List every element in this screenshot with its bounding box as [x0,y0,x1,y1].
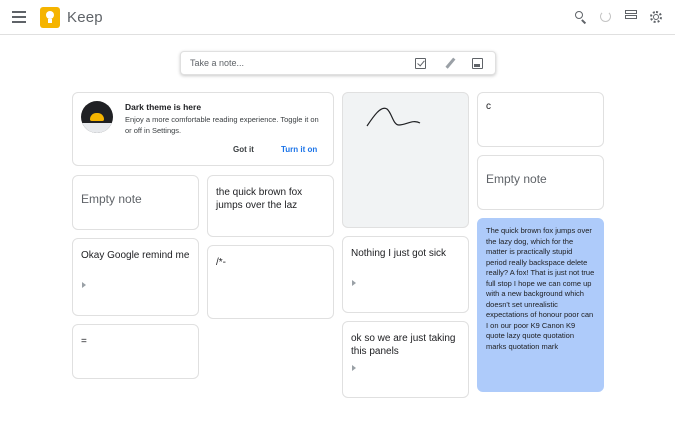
note-text: the quick brown fox jumps over the laz [216,187,303,211]
note-card[interactable]: c [477,92,604,147]
note-text: Okay Google remind me [81,250,190,261]
new-drawing-pencil-icon[interactable] [444,58,455,69]
blue-note-card[interactable]: The quick brown fox jumps over the lazy … [477,218,604,392]
note-card[interactable]: Empty note [72,175,199,230]
promo-body: Enjoy a more comfortable reading experie… [125,115,319,135]
gear-icon[interactable] [649,10,663,24]
promo-title: Dark theme is here [125,102,202,112]
list-view-icon[interactable] [624,10,638,24]
search-icon[interactable] [574,10,588,24]
note-text: Empty note [81,192,142,206]
note-text: ok so we are just taking this panels [351,333,456,357]
keep-logo[interactable] [40,7,60,28]
note-text: /*- [216,257,226,268]
note-card[interactable]: Okay Google remind me [72,238,199,316]
drawing-image [366,107,421,127]
new-image-icon[interactable] [472,58,483,69]
note-text: c [486,101,491,112]
note-text: The quick brown fox jumps over the lazy … [486,226,595,351]
audio-play-icon[interactable] [82,282,86,288]
dark-theme-lamp-icon [81,101,113,133]
note-text: Nothing I just got sick [351,248,447,259]
menu-icon[interactable] [12,11,26,23]
note-card[interactable]: the quick brown fox jumps over the laz [207,175,334,237]
dark-theme-promo-card: Dark theme is here Enjoy a more comforta… [72,92,334,166]
take-note-bar[interactable]: Take a note... [180,51,496,75]
drawing-note-card[interactable] [342,92,469,228]
note-card[interactable]: /*- [207,245,334,319]
got-it-button[interactable]: Got it [233,145,254,154]
refresh-icon[interactable] [599,10,613,24]
note-card[interactable]: Empty note [477,155,604,210]
note-card[interactable]: ok so we are just taking this panels [342,321,469,398]
note-text: Empty note [486,172,547,186]
top-bar: Keep [0,0,675,35]
note-card[interactable]: = [72,324,199,379]
note-card[interactable]: Nothing I just got sick [342,236,469,313]
turn-it-on-button[interactable]: Turn it on [281,145,317,154]
new-list-checkbox-icon[interactable] [415,58,426,69]
audio-play-icon[interactable] [352,280,356,286]
app-title[interactable]: Keep [67,9,103,26]
audio-play-icon[interactable] [352,365,356,371]
take-note-input[interactable]: Take a note... [190,58,244,68]
note-text: = [81,336,87,347]
